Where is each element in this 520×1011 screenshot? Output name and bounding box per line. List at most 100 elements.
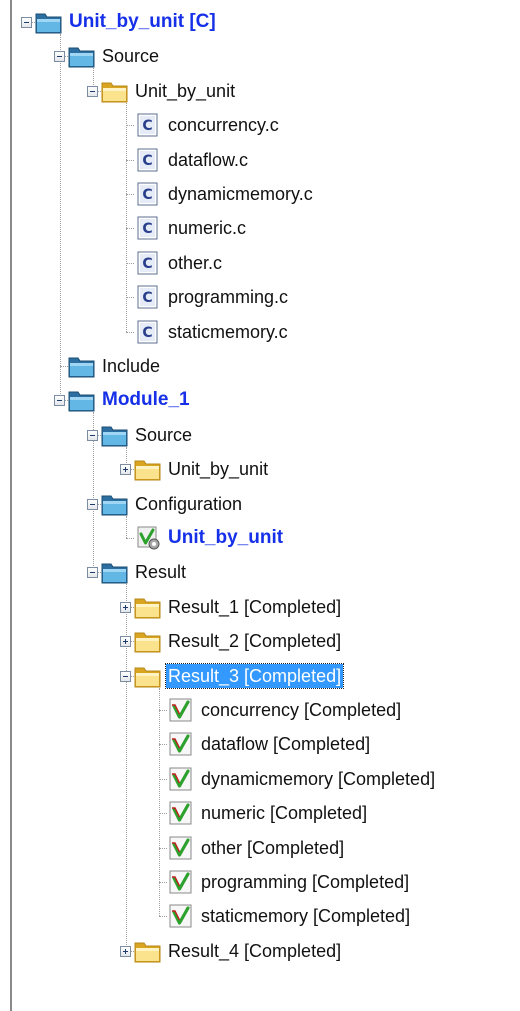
tree-node-label: Result	[135, 562, 187, 583]
tree-node-source[interactable]: Source	[68, 39, 161, 73]
tree-connector	[126, 125, 134, 127]
tree-node-result-3-completed[interactable]: Result_3 [Completed]	[134, 659, 345, 693]
collapse-toggle[interactable]	[87, 429, 98, 441]
svg-text:C: C	[142, 118, 152, 134]
expand-toggle[interactable]	[120, 636, 131, 648]
tree-node-label: Unit_by_unit [C]	[69, 11, 216, 32]
folder-yellow-icon	[134, 939, 162, 963]
tree-node-configuration[interactable]: Configuration	[101, 487, 244, 521]
tree-node-label: concurrency [Completed]	[201, 700, 402, 720]
tree-node-result-1-completed[interactable]: Result_1 [Completed]	[134, 590, 343, 624]
tree-node-label: Unit_by_unit	[168, 459, 269, 480]
check-file-icon	[167, 836, 195, 860]
tree-node-source[interactable]: Source	[101, 418, 194, 452]
tree-node-programming-c[interactable]: Cprogramming.c	[134, 280, 290, 314]
tree-node-module-1[interactable]: Module_1	[68, 383, 192, 417]
tree-node-concurrency-c[interactable]: Cconcurrency.c	[134, 108, 281, 142]
expand-toggle[interactable]	[120, 601, 131, 613]
tree-node-label: Result_1 [Completed]	[168, 596, 342, 617]
folder-blue-icon	[68, 44, 96, 68]
check-file-icon	[167, 904, 195, 928]
tree-node-staticmemory-c[interactable]: Cstaticmemory.c	[134, 315, 290, 349]
tree-node-label: staticmemory.c	[168, 321, 288, 342]
tree-node-label: concurrency.c	[168, 115, 279, 136]
c-file-icon: C	[134, 216, 162, 240]
folder-blue-icon	[35, 10, 63, 34]
folder-blue-icon	[68, 388, 96, 412]
tree-connector	[159, 744, 167, 746]
tree-node-numeric-completed[interactable]: numeric [Completed]	[167, 796, 369, 830]
tree-node-dataflow-c[interactable]: Cdataflow.c	[134, 143, 250, 177]
collapse-toggle[interactable]	[120, 670, 131, 682]
tree-node-label: numeric.c	[168, 218, 247, 239]
tree-node-label: Result_4 [Completed]	[168, 940, 342, 961]
tree-node-concurrency-completed[interactable]: concurrency [Completed]	[167, 693, 403, 727]
c-file-icon: C	[134, 251, 162, 275]
svg-text:C: C	[142, 221, 152, 237]
check-file-icon	[167, 870, 195, 894]
tree-node-label: dataflow.c	[168, 149, 249, 170]
tree-node-dynamicmemory-completed[interactable]: dynamicmemory [Completed]	[167, 762, 437, 796]
tree-node-label: numeric [Completed]	[201, 803, 368, 824]
tree-node-label: dynamicmemory.c	[168, 184, 313, 204]
svg-text:C: C	[142, 187, 152, 203]
tree-connector	[159, 882, 167, 883]
folder-blue-icon	[101, 492, 129, 516]
expand-toggle[interactable]	[120, 464, 131, 476]
tree-node-numeric-c[interactable]: Cnumeric.c	[134, 211, 248, 245]
check-file-icon	[167, 732, 195, 756]
tree-node-result-2-completed[interactable]: Result_2 [Completed]	[134, 624, 343, 658]
tree-connector	[159, 916, 167, 918]
tree-connector	[126, 194, 134, 195]
project-tree: Unit_by_unit [C] Source Unit_by_unit Cconcu…	[0, 0, 520, 1011]
tree-node-other-c[interactable]: Cother.c	[134, 246, 224, 280]
check-file-icon	[167, 801, 195, 825]
tree-node-label: Configuration	[135, 493, 243, 514]
tree-connector	[126, 262, 134, 264]
c-file-icon: C	[134, 285, 162, 309]
tree-node-label: other [Completed]	[201, 837, 345, 858]
tree-node-label: Module_1	[102, 389, 190, 411]
c-file-icon: C	[134, 148, 162, 172]
collapse-toggle[interactable]	[87, 567, 98, 579]
folder-blue-icon	[101, 560, 129, 584]
tree-node-label: other.c	[168, 252, 223, 273]
collapse-toggle[interactable]	[87, 85, 98, 97]
tree-connector	[126, 331, 134, 333]
collapse-toggle[interactable]	[54, 395, 65, 407]
tree-connector	[126, 159, 134, 161]
tree-connector	[159, 710, 167, 711]
folder-blue-icon	[68, 354, 96, 378]
tree-node-include[interactable]: Include	[68, 349, 162, 383]
tree-node-label: programming.c	[168, 287, 289, 308]
config-check-icon	[134, 526, 162, 550]
tree-node-result[interactable]: Result	[101, 555, 188, 589]
tree-node-dynamicmemory-c[interactable]: Cdynamicmemory.c	[134, 177, 315, 211]
collapse-toggle[interactable]	[54, 51, 65, 63]
collapse-toggle[interactable]	[87, 498, 98, 510]
collapse-toggle[interactable]	[21, 17, 32, 28]
tree-connector	[159, 847, 167, 849]
tree-node-other-completed[interactable]: other [Completed]	[167, 831, 346, 865]
tree-node-label: Include	[102, 356, 161, 376]
expand-toggle[interactable]	[120, 945, 131, 957]
tree-node-unit-by-unit[interactable]: Unit_by_unit	[101, 74, 237, 108]
c-file-icon: C	[134, 113, 162, 137]
tree-connector	[126, 538, 134, 539]
folder-yellow-icon	[101, 79, 129, 103]
tree-node-programming-completed[interactable]: programming [Completed]	[167, 865, 411, 899]
tree-node-label: programming [Completed]	[201, 872, 410, 892]
tree-node-unit-by-unit-c[interactable]: Unit_by_unit [C]	[35, 5, 218, 39]
tree-node-unit-by-unit[interactable]: Unit_by_unit	[134, 452, 270, 486]
tree-node-unit-by-unit[interactable]: Unit_by_unit	[134, 521, 285, 555]
left-border	[10, 0, 12, 1011]
tree-node-result-4-completed[interactable]: Result_4 [Completed]	[134, 934, 343, 968]
folder-yellow-icon	[134, 595, 162, 619]
tree-node-label: Unit_by_unit	[168, 527, 284, 548]
tree-node-staticmemory-completed[interactable]: staticmemory [Completed]	[167, 899, 412, 933]
tree-node-dataflow-completed[interactable]: dataflow [Completed]	[167, 727, 372, 761]
check-file-icon	[167, 767, 195, 791]
folder-yellow-icon	[134, 629, 162, 653]
folder-yellow-icon	[134, 664, 162, 688]
tree-guide-line	[60, 34, 61, 401]
